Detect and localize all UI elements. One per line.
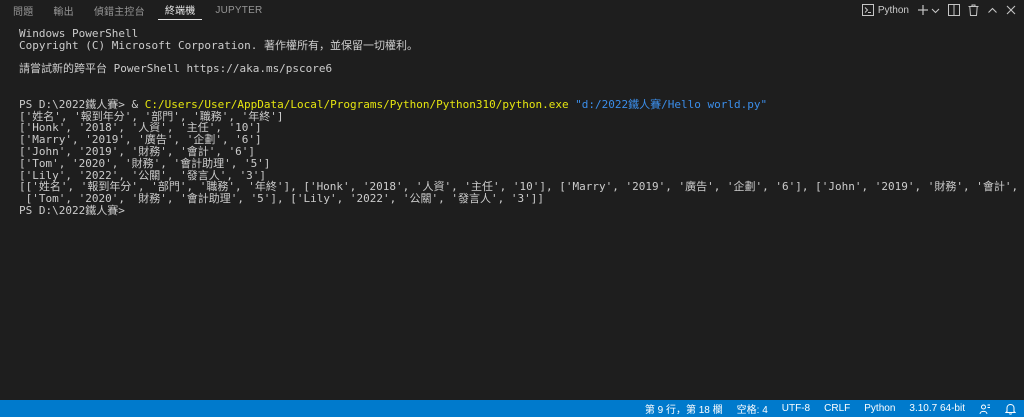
panel-actions: Python (861, 0, 1024, 20)
end-of-line[interactable]: CRLF (824, 403, 850, 414)
terminal-line: 請嘗試新的跨平台 PowerShell https://aka.ms/pscor… (19, 62, 333, 76)
terminal-line: Copyright (C) Microsoft Corporation. 著作權… (19, 38, 419, 52)
cursor-position[interactable]: 第 9 行，第 18 欄 (645, 401, 723, 416)
terminal-output[interactable]: Windows PowerShell Copyright (C) Microso… (0, 24, 1024, 401)
language-mode[interactable]: Python (864, 403, 895, 414)
tab-problems[interactable]: 問題 (6, 0, 40, 20)
command-line: PS D:\2022鐵人賽> & C:/Users/User/AppData/L… (19, 97, 1024, 111)
kill-terminal-button[interactable] (968, 0, 979, 20)
close-panel-button[interactable] (1006, 0, 1016, 20)
status-bar: 第 9 行，第 18 欄 空格: 4 UTF-8 CRLF Python 3.1… (0, 400, 1024, 417)
terminal-selector-label: Python (877, 4, 909, 16)
close-icon (1006, 5, 1016, 15)
chevron-up-icon (988, 7, 997, 13)
encoding[interactable]: UTF-8 (782, 403, 810, 414)
trash-icon (968, 4, 979, 16)
terminal-line: ['Tom', '2020', '財務', '會計助理', '5'], ['Li… (19, 192, 544, 206)
plus-icon (918, 5, 928, 15)
split-terminal-button[interactable] (948, 0, 960, 20)
terminal-icon (861, 4, 874, 16)
notifications-button[interactable] (1005, 403, 1016, 415)
bell-icon (1005, 403, 1016, 415)
tab-debug-console[interactable]: 偵錯主控台 (87, 0, 152, 20)
feedback-icon (979, 404, 990, 414)
feedback-button[interactable] (979, 403, 991, 415)
python-interpreter[interactable]: 3.10.7 64-bit (909, 403, 965, 414)
terminal-selector[interactable]: Python (861, 0, 909, 20)
panel-tabs: 問題 輸出 偵錯主控台 終端機 JUPYTER (0, 0, 275, 20)
new-terminal-button[interactable] (917, 0, 929, 20)
terminal-prompt: PS D:\2022鐵人賽> (19, 203, 125, 217)
maximize-panel-button[interactable] (987, 0, 998, 20)
chevron-down-icon (931, 8, 940, 13)
tab-jupyter[interactable]: JUPYTER (208, 0, 269, 20)
launch-profile-button[interactable] (931, 0, 940, 20)
terminal-line: ['Tom', '2020', '財務', '會計助理', '5'] (19, 156, 271, 170)
split-icon (948, 4, 960, 16)
script-path-arg: "d:/2022鐵人賽/Hello world.py" (568, 97, 768, 111)
python-exe-path: C:/Users/User/AppData/Local/Programs/Pyt… (144, 97, 569, 111)
command-prompt: PS D:\2022鐵人賽> & (19, 97, 145, 111)
tab-terminal[interactable]: 終端機 (157, 0, 203, 20)
indentation[interactable]: 空格: 4 (737, 401, 768, 416)
panel-header: 問題 輸出 偵錯主控台 終端機 JUPYTER Python (0, 0, 1024, 20)
tab-output[interactable]: 輸出 (46, 0, 80, 20)
terminal-line: ['John', '2019', '財務', '會計', '6'] (19, 144, 256, 158)
